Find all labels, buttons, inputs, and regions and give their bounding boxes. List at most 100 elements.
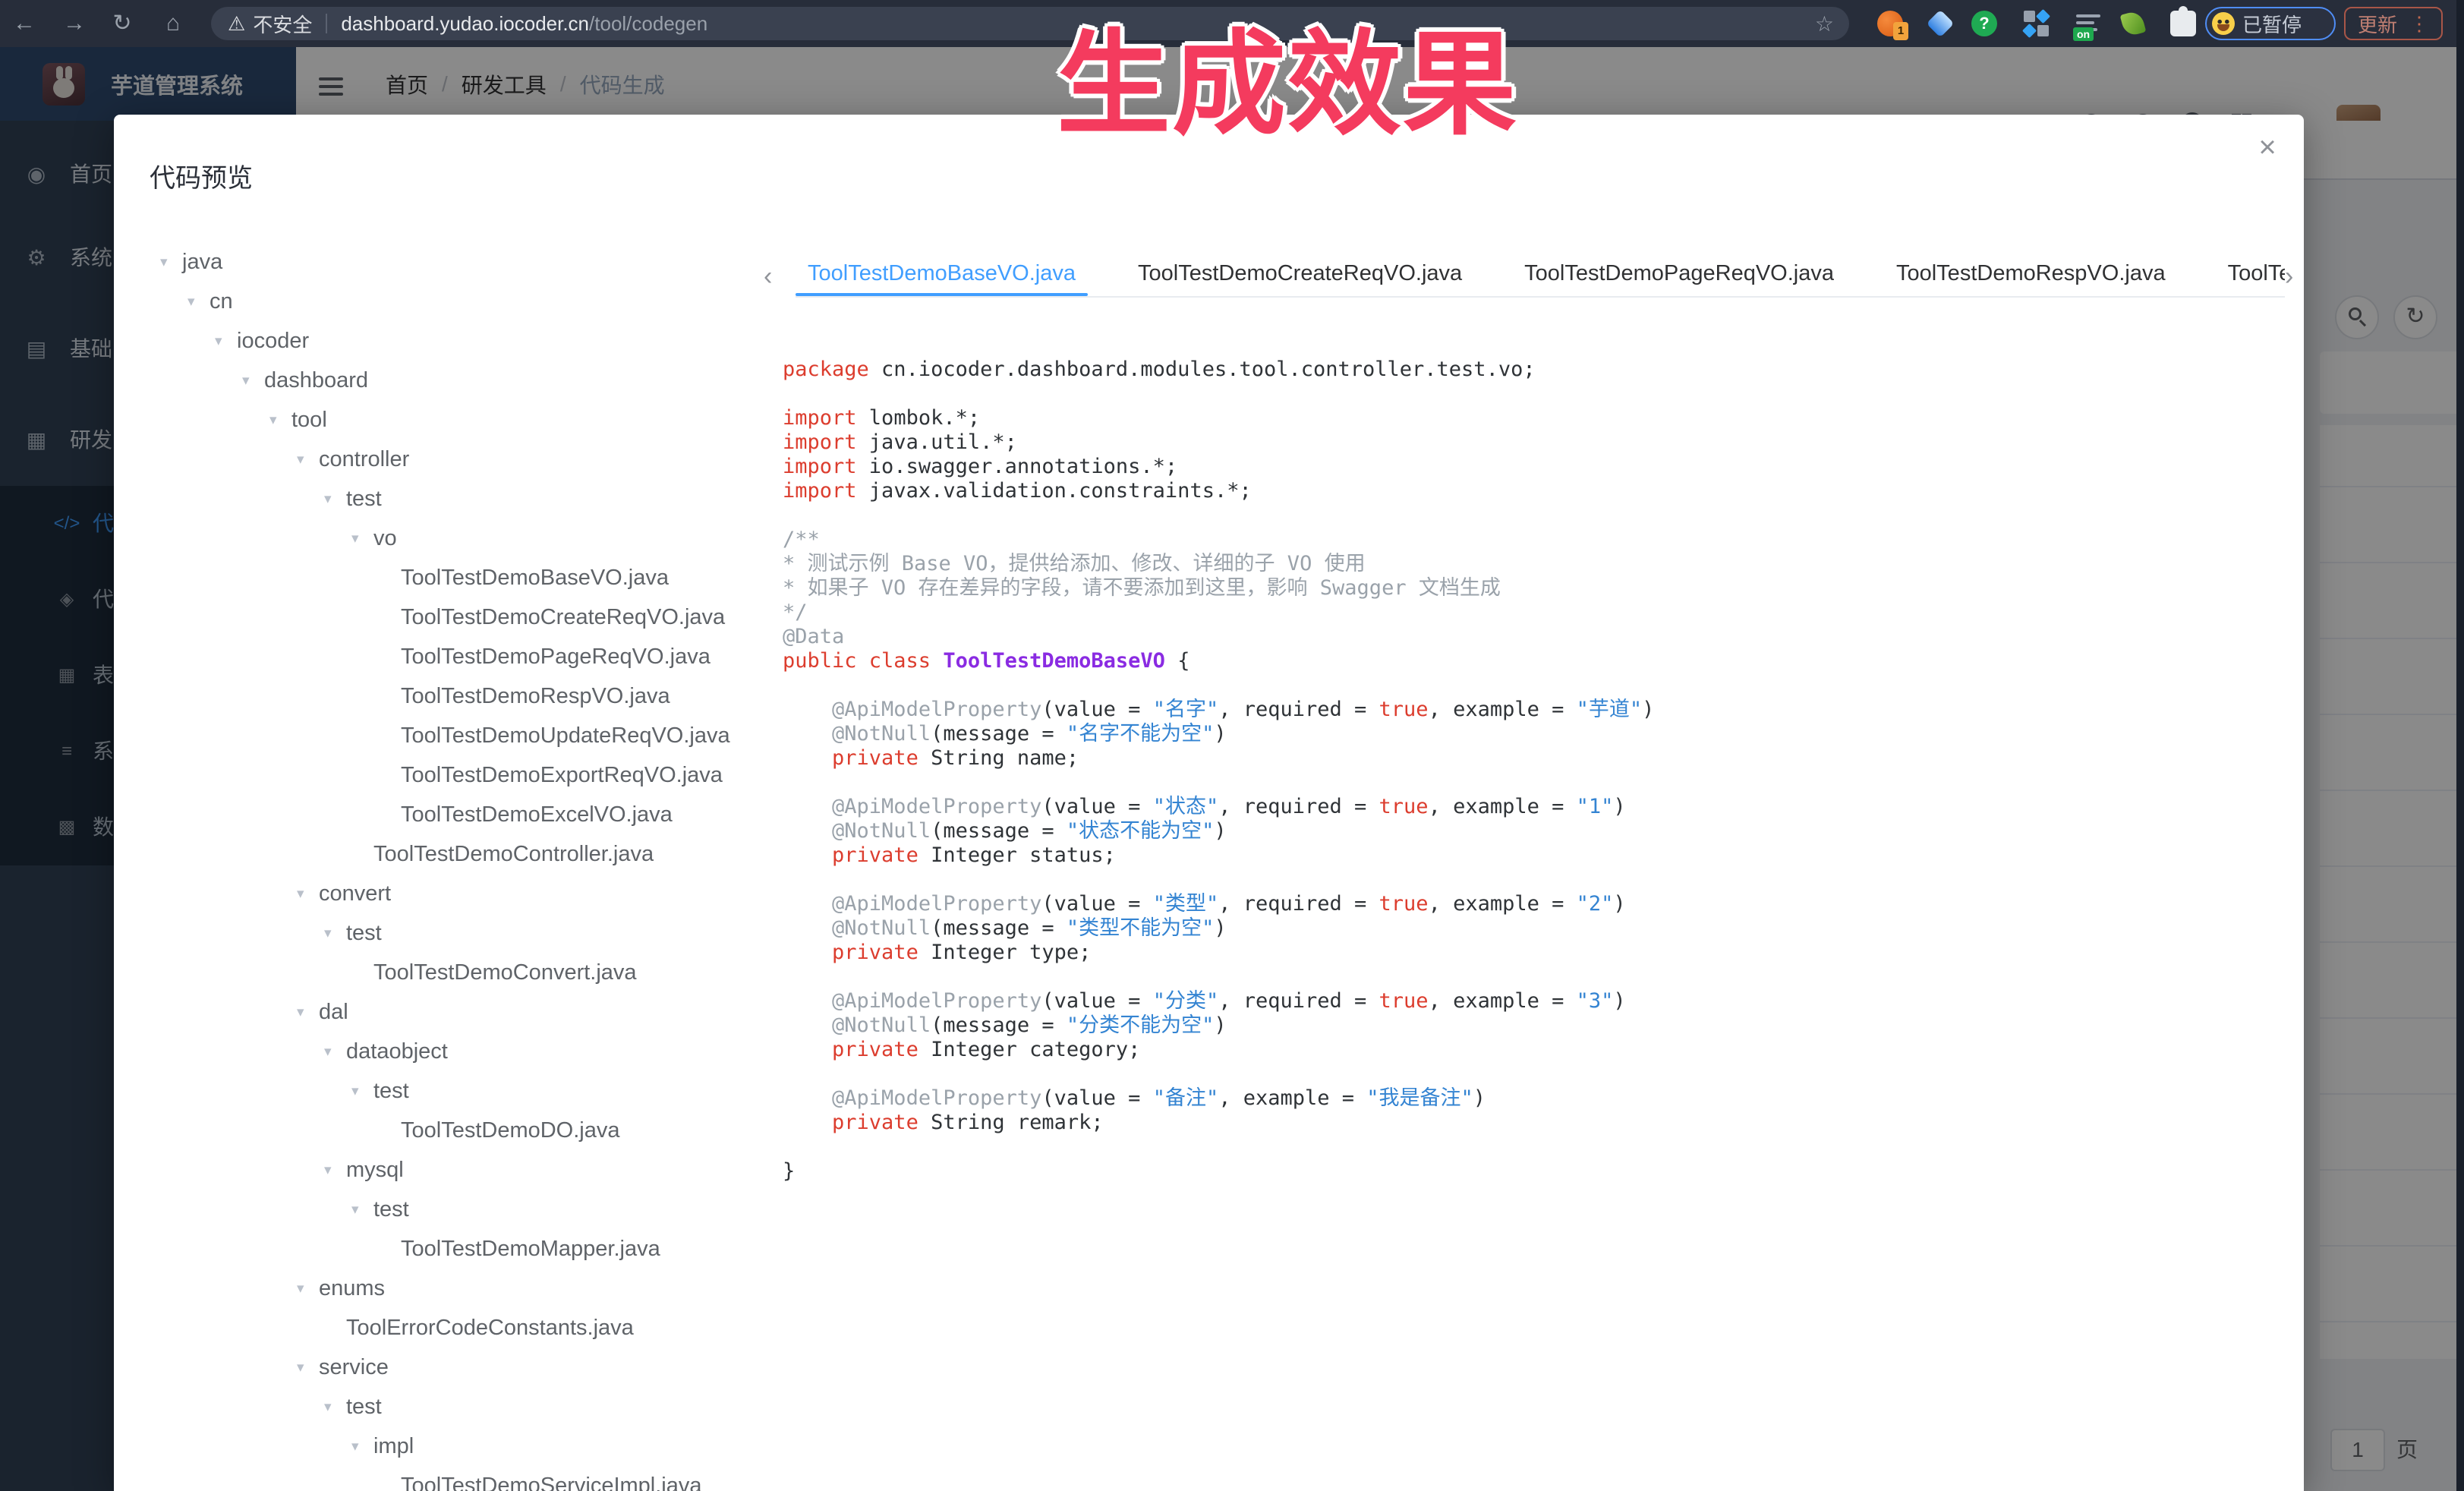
browser-scrollbar[interactable] — [2456, 0, 2464, 1491]
tree-node[interactable]: ▾dal — [160, 992, 760, 1032]
extension-icon-green[interactable]: ? — [1971, 11, 1997, 36]
extension-icon-plant[interactable] — [2120, 10, 2147, 37]
code-line: @ApiModelProperty(value = "备注", example … — [783, 1086, 1654, 1111]
browser-back-icon[interactable]: ← — [8, 10, 41, 37]
tree-node[interactable]: ToolTestDemoBaseVO.java — [160, 558, 760, 597]
code-line: */ — [783, 600, 1654, 625]
extensions-puzzle-icon[interactable] — [2170, 11, 2196, 36]
code-line: import java.util.*; — [783, 430, 1654, 455]
caret-down-icon[interactable]: ▾ — [242, 372, 264, 389]
browser-home-icon[interactable]: ⌂ — [156, 10, 190, 37]
tree-node[interactable]: ToolTestDemoDO.java — [160, 1111, 760, 1150]
tree-node-label: cn — [210, 289, 233, 314]
caret-down-icon[interactable]: ▾ — [351, 1438, 373, 1455]
more-menu-icon[interactable]: ⋮ — [2409, 14, 2429, 33]
caret-down-icon[interactable]: ▾ — [351, 530, 373, 547]
tree-node[interactable]: ▾tool — [160, 400, 760, 440]
security-label[interactable]: 不安全 — [253, 10, 312, 38]
caret-down-icon[interactable]: ▾ — [187, 293, 210, 310]
tree-node[interactable]: ▾controller — [160, 440, 760, 479]
tree-node[interactable]: ▾mysql — [160, 1150, 760, 1190]
tree-node[interactable]: ▾test — [160, 913, 760, 953]
tree-node[interactable]: ToolTestDemoCreateReqVO.java — [160, 597, 760, 637]
tree-node-label: ToolTestDemoCreateReqVO.java — [401, 605, 725, 630]
tree-node-label: java — [182, 250, 222, 275]
caret-down-icon[interactable]: ▾ — [324, 490, 346, 508]
caret-down-icon[interactable]: ▾ — [297, 885, 319, 903]
translate-paused-pill[interactable]: 已暂停 — [2205, 7, 2336, 40]
code-preview-modal: 代码预览 × ▾java▾cn▾iocoder▾dashboard▾tool▾c… — [114, 115, 2304, 1491]
tree-node[interactable]: ToolTestDemoConvert.java — [160, 953, 760, 992]
address-bar[interactable]: ⚠ 不安全 dashboard.yudao.iocoder.cn /tool/c… — [211, 7, 1849, 40]
caret-down-icon[interactable]: ▾ — [215, 333, 237, 350]
tree-node[interactable]: ▾convert — [160, 874, 760, 913]
tree-node[interactable]: ToolTestDemoExcelVO.java — [160, 795, 760, 834]
tree-node-label: test — [373, 1079, 409, 1104]
tab-tooltestdemorespvo-java[interactable]: ToolTestDemoRespVO.java — [1884, 251, 2178, 296]
caret-down-icon[interactable]: ▾ — [324, 1398, 346, 1416]
tabs-scroll-right-icon[interactable]: › — [2285, 263, 2293, 289]
bookmark-star-icon[interactable]: ☆ — [1815, 11, 1834, 36]
code-line — [783, 673, 1654, 698]
extension-icon-gem[interactable] — [1927, 10, 1955, 38]
tree-node-label: vo — [373, 526, 397, 551]
tree-node[interactable]: ▾test — [160, 1071, 760, 1111]
caret-down-icon[interactable]: ▾ — [297, 1280, 319, 1297]
extension-icon-orange[interactable]: 1 — [1877, 11, 1903, 36]
tree-node[interactable]: ▾dashboard — [160, 361, 760, 400]
tab-tooltestdemocreatereqvo-java[interactable]: ToolTestDemoCreateReqVO.java — [1126, 251, 1474, 296]
tree-node[interactable]: ▾service — [160, 1348, 760, 1387]
file-tree: ▾java▾cn▾iocoder▾dashboard▾tool▾controll… — [160, 242, 760, 1491]
caret-down-icon[interactable]: ▾ — [351, 1201, 373, 1218]
code-line: private String remark; — [783, 1111, 1654, 1135]
tab-toolte[interactable]: ToolTe — [2216, 251, 2285, 296]
tree-node-label: test — [346, 487, 382, 512]
tree-node[interactable]: ▾enums — [160, 1269, 760, 1308]
extension-icon-grid[interactable] — [2024, 11, 2050, 36]
caret-down-icon[interactable]: ▾ — [269, 411, 291, 429]
extension-icon-list[interactable]: on — [2076, 11, 2102, 36]
tree-node[interactable]: ▾dataobject — [160, 1032, 760, 1071]
tree-node[interactable]: ToolTestDemoExportReqVO.java — [160, 755, 760, 795]
tree-node[interactable]: ▾test — [160, 1387, 760, 1426]
tree-node[interactable]: ▾vo — [160, 519, 760, 558]
tree-node[interactable]: ▾iocoder — [160, 321, 760, 361]
tree-node[interactable]: ToolTestDemoPageReqVO.java — [160, 637, 760, 676]
caret-down-icon[interactable]: ▾ — [297, 1004, 319, 1021]
tree-node[interactable]: ToolTestDemoUpdateReqVO.java — [160, 716, 760, 755]
tree-node[interactable]: ▾test — [160, 479, 760, 519]
code-line: @NotNull(message = "分类不能为空") — [783, 1013, 1654, 1038]
code-line: * 测试示例 Base VO，提供给添加、修改、详细的子 VO 使用 — [783, 552, 1654, 576]
tree-node[interactable]: ▾impl — [160, 1426, 760, 1466]
url-host: dashboard.yudao.iocoder.cn — [341, 12, 589, 36]
close-icon[interactable]: × — [2248, 128, 2286, 166]
caret-down-icon[interactable]: ▾ — [351, 1083, 373, 1100]
caret-down-icon[interactable]: ▾ — [297, 451, 319, 468]
caret-down-icon[interactable]: ▾ — [324, 1162, 346, 1179]
tree-node[interactable]: ToolTestDemoMapper.java — [160, 1229, 760, 1269]
caret-down-icon[interactable]: ▾ — [297, 1359, 319, 1376]
tree-node[interactable]: ToolTestDemoController.java — [160, 834, 760, 874]
tabs-scroll-left-icon[interactable]: ‹ — [764, 263, 772, 289]
browser-update-button[interactable]: 更新 ⋮ — [2344, 7, 2443, 40]
tree-node-label: enums — [319, 1276, 385, 1301]
code-line: private Integer category; — [783, 1038, 1654, 1062]
tab-tooltestdemopagereqvo-java[interactable]: ToolTestDemoPageReqVO.java — [1512, 251, 1846, 296]
caret-down-icon[interactable]: ▾ — [324, 925, 346, 942]
tree-node[interactable]: ToolTestDemoServiceImpl.java — [160, 1466, 760, 1491]
screen: ← → ↻ ⌂ ⚠ 不安全 dashboard.yudao.iocoder.cn… — [0, 0, 2464, 1491]
code-line — [783, 771, 1654, 795]
tree-node[interactable]: ▾cn — [160, 282, 760, 321]
tree-node[interactable]: ▾test — [160, 1190, 760, 1229]
caret-down-icon[interactable]: ▾ — [160, 254, 182, 271]
tree-node[interactable]: ▾java — [160, 242, 760, 282]
tree-node-label: dal — [319, 1000, 348, 1025]
browser-reload-icon[interactable]: ↻ — [106, 10, 139, 37]
browser-forward-icon[interactable]: → — [58, 10, 91, 37]
tree-node-label: test — [346, 921, 382, 946]
caret-down-icon[interactable]: ▾ — [324, 1043, 346, 1061]
tab-tooltestdemobasevo-java[interactable]: ToolTestDemoBaseVO.java — [796, 251, 1088, 296]
tree-node[interactable]: ToolErrorCodeConstants.java — [160, 1308, 760, 1348]
modal-title: 代码预览 — [150, 157, 253, 194]
tree-node[interactable]: ToolTestDemoRespVO.java — [160, 676, 760, 716]
